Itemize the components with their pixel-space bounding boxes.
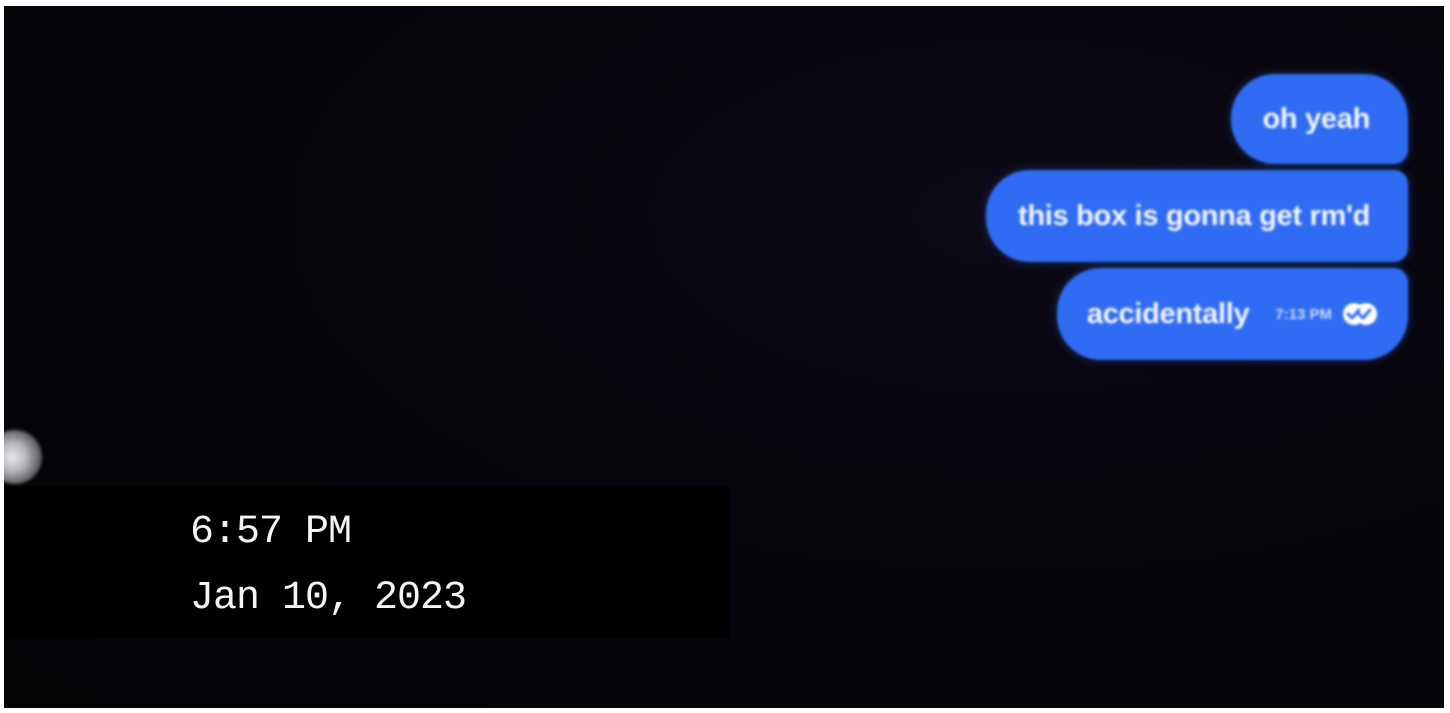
message-time: 7:13 PM <box>1275 305 1332 323</box>
message-text: this box is gonna get rm'd <box>1018 199 1370 232</box>
message-text: oh yeah <box>1262 102 1371 135</box>
message-meta: 7:13 PM <box>1275 301 1378 327</box>
overlay-date: Jan 10, 2023 <box>190 576 467 621</box>
message-bubble[interactable]: accidentally 7:13 PM <box>1056 268 1408 360</box>
overlay-time: 6:57 PM <box>190 510 352 555</box>
timestamp-overlay: 6:57 PM Jan 10, 2023 <box>4 486 730 638</box>
playback-scrubber-icon[interactable] <box>4 430 42 484</box>
message-text: accidentally <box>1086 297 1250 330</box>
read-receipt-icon <box>1342 301 1378 327</box>
video-frame: oh yeah this box is gonna get rm'd accid… <box>4 6 1444 708</box>
message-bubble[interactable]: oh yeah <box>1230 74 1408 164</box>
message-thread: oh yeah this box is gonna get rm'd accid… <box>888 74 1408 360</box>
message-bubble[interactable]: this box is gonna get rm'd <box>986 170 1408 262</box>
